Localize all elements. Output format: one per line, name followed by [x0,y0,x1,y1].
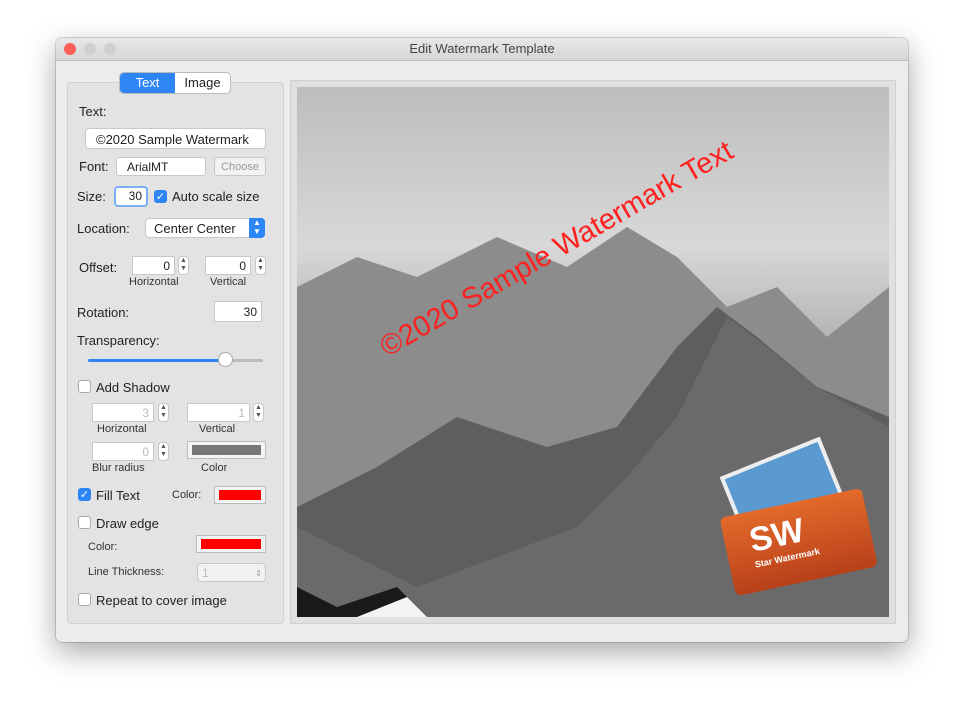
line-thickness-value: 1 [202,566,209,580]
offset-horizontal-input[interactable]: 0 [132,256,175,275]
add-shadow-checkbox[interactable] [78,380,91,393]
offset-vertical-label: Vertical [210,276,247,288]
font-label: Font: [79,159,109,174]
choose-font-button[interactable]: Choose [214,157,266,176]
close-button[interactable] [64,43,76,55]
window-title: Edit Watermark Template [409,41,555,56]
auto-scale-label: Auto scale size [172,189,260,204]
location-select[interactable]: Center Center ▲ ▼ [145,218,265,238]
fill-text-label: Fill Text [96,488,140,503]
offset-horizontal-stepper[interactable]: ▲ ▼ [178,256,189,275]
font-field[interactable]: ArialMT [116,157,206,176]
preview-image: ©2020 Sample Watermark Text SW Star Wate… [297,87,889,617]
repeat-checkbox[interactable] [78,593,91,606]
slider-knob[interactable] [218,353,232,366]
edge-color-well[interactable] [196,535,266,553]
transparency-slider[interactable] [88,353,263,366]
offset-horizontal-label: Horizontal [129,276,179,288]
shadow-color-label: Color [201,462,228,474]
line-thickness-select[interactable]: 1 ⇕ [197,563,266,582]
chevron-updown-icon: ⇕ [255,569,262,578]
fill-color-well[interactable] [214,486,266,504]
size-label: Size: [77,189,106,204]
shadow-horizontal-label: Horizontal [97,423,147,435]
edit-watermark-window: Edit Watermark Template Text Image Text:… [56,38,908,642]
text-label: Text: [79,104,107,119]
draw-edge-checkbox[interactable] [78,516,91,529]
shadow-blur-stepper[interactable]: ▲ ▼ [158,442,169,461]
shadow-vertical-stepper[interactable]: ▲ ▼ [253,403,264,422]
preview-area: ©2020 Sample Watermark Text SW Star Wate… [290,80,896,624]
location-label: Location: [77,221,130,236]
shadow-blur-label: Blur radius [92,462,145,474]
repeat-label: Repeat to cover image [96,593,227,608]
tab-image[interactable]: Image [175,73,230,93]
text-input[interactable]: ©2020 Sample Watermark [85,128,266,149]
add-shadow-label: Add Shadow [96,380,170,395]
line-thickness-label: Line Thickness: [88,566,165,578]
offset-vertical-stepper[interactable]: ▲ ▼ [255,256,266,275]
draw-edge-label: Draw edge [96,516,159,531]
star-watermark-logo: SW Star Watermark [702,427,889,617]
location-value: Center Center [154,221,236,236]
minimize-button[interactable] [84,43,96,55]
offset-vertical-input[interactable]: 0 [205,256,251,275]
size-input[interactable]: 30 [114,186,148,207]
rotation-input[interactable]: 30 [214,301,262,322]
fill-color-label: Color: [172,489,202,501]
shadow-horizontal-stepper[interactable]: ▲ ▼ [158,403,169,422]
offset-label: Offset: [79,260,118,275]
title-bar: Edit Watermark Template [56,38,908,61]
shadow-vertical-label: Vertical [199,423,236,435]
shadow-blur-input[interactable]: 0 [92,442,154,461]
shadow-vertical-input[interactable]: 1 [187,403,250,422]
chevron-updown-icon: ▲ ▼ [249,218,265,238]
tab-text[interactable]: Text [120,73,175,93]
shadow-horizontal-input[interactable]: 3 [92,403,154,422]
zoom-button[interactable] [104,43,116,55]
transparency-label: Transparency: [77,333,160,348]
rotation-label: Rotation: [77,305,130,320]
edge-color-label: Color: [88,541,118,553]
fill-text-checkbox[interactable]: ✓ [78,488,91,501]
auto-scale-checkbox[interactable]: ✓ [154,190,167,203]
mode-tabs: Text Image [119,72,231,94]
shadow-color-well[interactable] [187,441,266,459]
